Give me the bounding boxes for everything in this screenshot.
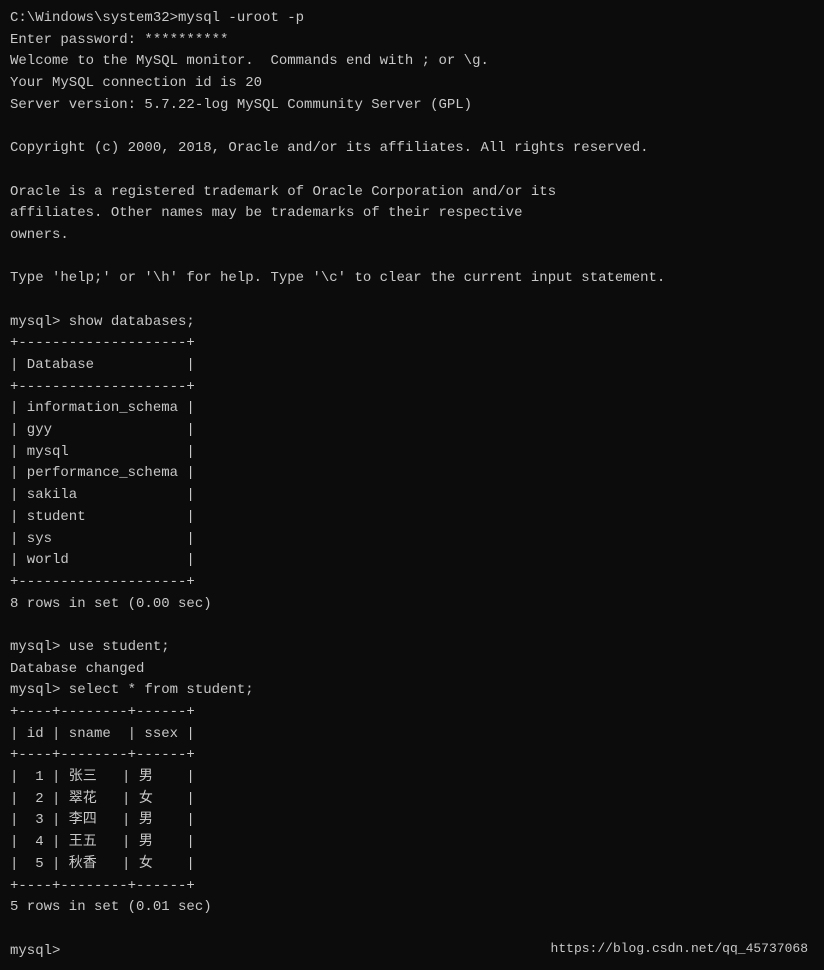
blank1 — [10, 116, 814, 138]
table2-header: | id | sname | ssex | — [10, 724, 814, 746]
table1-row4: | performance_schema | — [10, 463, 814, 485]
table1-header: | Database | — [10, 355, 814, 377]
copyright: Copyright (c) 2000, 2018, Oracle and/or … — [10, 138, 814, 160]
watermark-text: https://blog.csdn.net/qq_45737068 — [551, 941, 808, 956]
table1-sep1: +--------------------+ — [10, 333, 814, 355]
show-databases-cmd: mysql> show databases; — [10, 312, 814, 334]
table2-sep1: +----+--------+------+ — [10, 702, 814, 724]
rows1-count: 8 rows in set (0.00 sec) — [10, 594, 814, 616]
blank4 — [10, 290, 814, 312]
table1-row6: | student | — [10, 507, 814, 529]
db-changed: Database changed — [10, 659, 814, 681]
table1-row8: | world | — [10, 550, 814, 572]
table1-sep3: +--------------------+ — [10, 572, 814, 594]
table2-row2: | 2 | 翠花 | 女 | — [10, 789, 814, 811]
table1-row5: | sakila | — [10, 485, 814, 507]
table2-row5: | 5 | 秋香 | 女 | — [10, 854, 814, 876]
blank5 — [10, 615, 814, 637]
table2-sep3: +----+--------+------+ — [10, 876, 814, 898]
connection-id: Your MySQL connection id is 20 — [10, 73, 814, 95]
oracle1: Oracle is a registered trademark of Orac… — [10, 182, 814, 204]
table2-row1: | 1 | 张三 | 男 | — [10, 767, 814, 789]
select-cmd: mysql> select * from student; — [10, 680, 814, 702]
table1-row2: | gyy | — [10, 420, 814, 442]
blank3 — [10, 247, 814, 269]
rows2-count: 5 rows in set (0.01 sec) — [10, 897, 814, 919]
server-version: Server version: 5.7.22-log MySQL Communi… — [10, 95, 814, 117]
blank2 — [10, 160, 814, 182]
oracle3: owners. — [10, 225, 814, 247]
table2-row3: | 3 | 李四 | 男 | — [10, 810, 814, 832]
table1-row7: | sys | — [10, 529, 814, 551]
oracle2: affiliates. Other names may be trademark… — [10, 203, 814, 225]
cmd-line: C:\Windows\system32>mysql -uroot -p — [10, 8, 814, 30]
table1-row1: | information_schema | — [10, 398, 814, 420]
table1-sep2: +--------------------+ — [10, 377, 814, 399]
table2-row4: | 4 | 王五 | 男 | — [10, 832, 814, 854]
use-student-cmd: mysql> use student; — [10, 637, 814, 659]
welcome-line: Welcome to the MySQL monitor. Commands e… — [10, 51, 814, 73]
help-line: Type 'help;' or '\h' for help. Type '\c'… — [10, 268, 814, 290]
password-line: Enter password: ********** — [10, 30, 814, 52]
table2-sep2: +----+--------+------+ — [10, 745, 814, 767]
terminal-window: C:\Windows\system32>mysql -uroot -p Ente… — [10, 8, 814, 962]
table1-row3: | mysql | — [10, 442, 814, 464]
blank6 — [10, 919, 814, 941]
